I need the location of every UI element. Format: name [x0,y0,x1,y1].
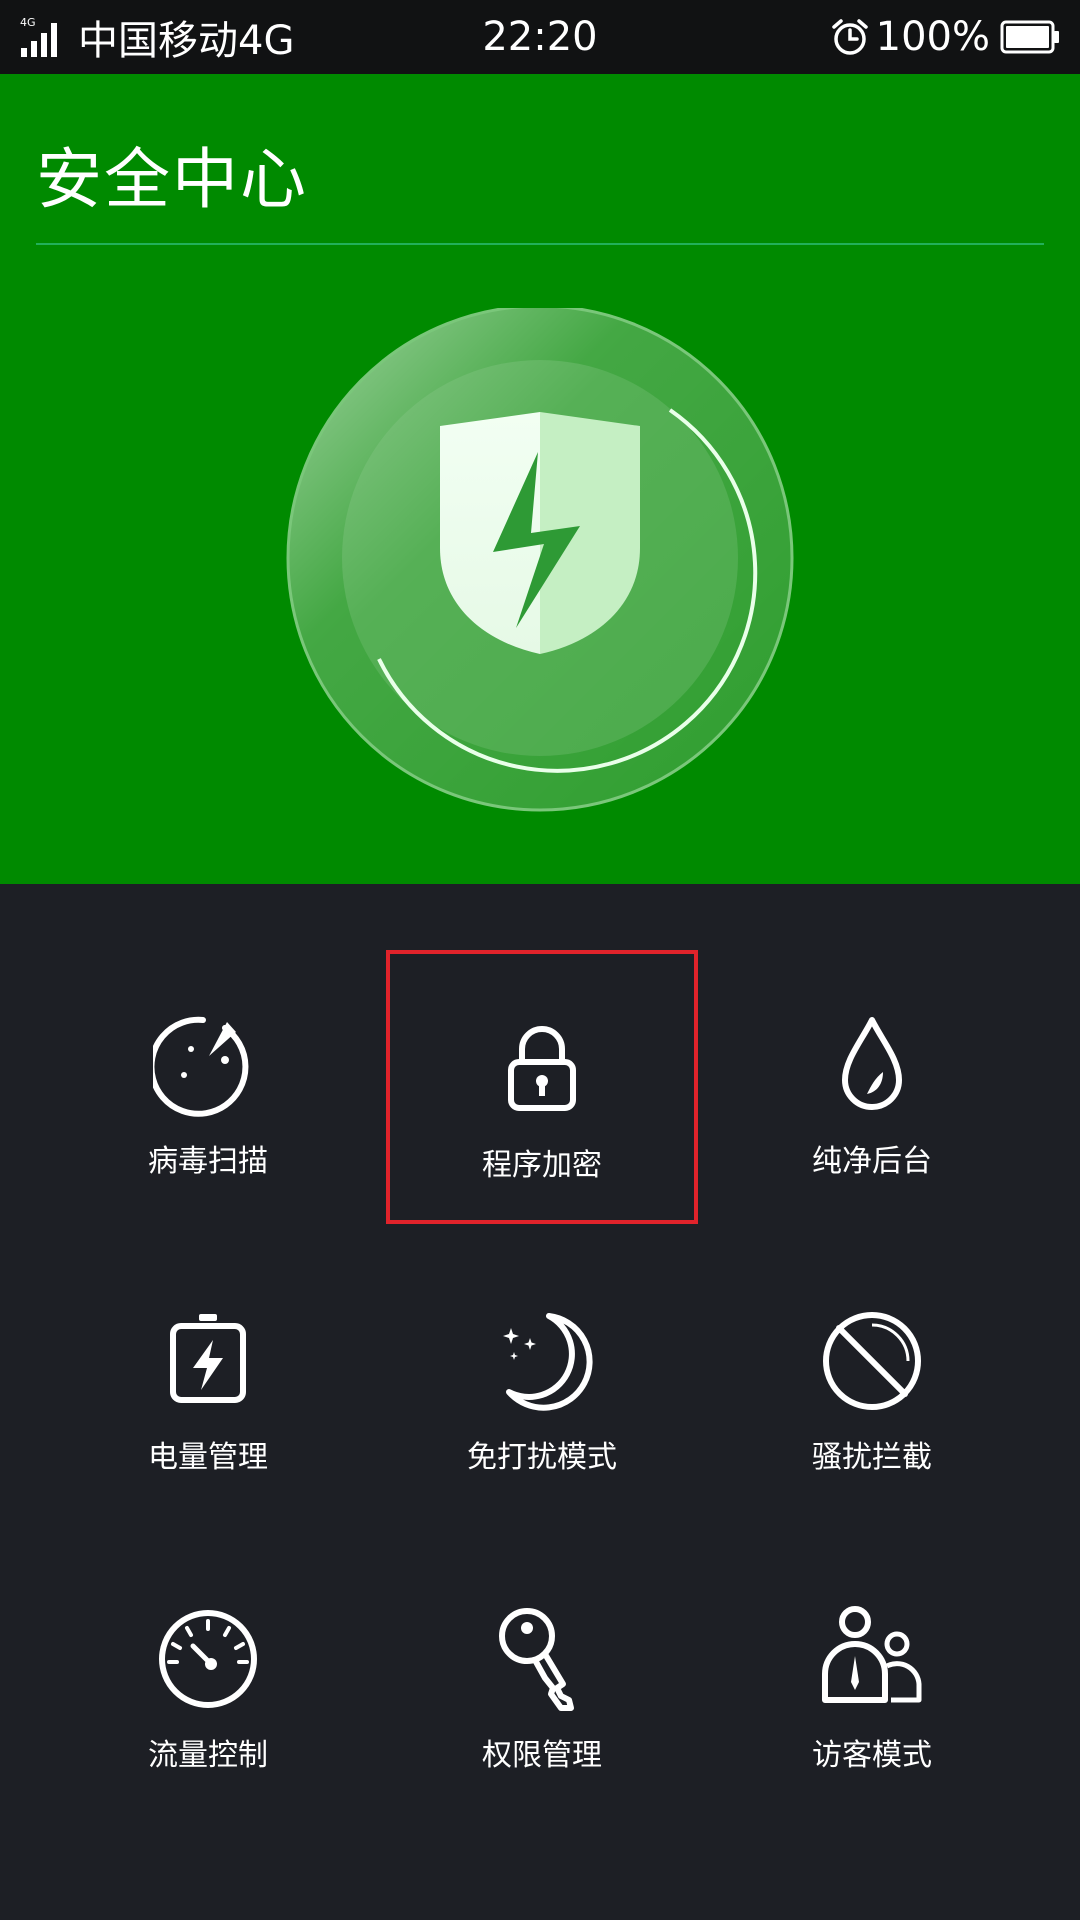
feature-label: 病毒扫描 [148,1144,268,1179]
alarm-icon [831,19,868,55]
feature-permission-management[interactable]: 权限管理 [386,1544,698,1818]
header-divider [36,243,1044,245]
feature-label: 电量管理 [148,1440,268,1475]
feature-power-management[interactable]: 电量管理 [52,1246,364,1520]
security-hero-panel: 安全中心 [0,74,1080,884]
feature-guest-mode[interactable]: 访客模式 [716,1544,1028,1818]
radar-scan-icon [153,1016,249,1117]
feature-label: 程序加密 [482,1148,602,1183]
feature-label: 访客模式 [812,1738,932,1773]
battery-percent: 100% [875,14,990,60]
feature-clean-background[interactable]: 纯净后台 [716,950,1028,1224]
feature-do-not-disturb[interactable]: 免打扰模式 [386,1246,698,1520]
feature-label: 免打扰模式 [467,1440,617,1475]
page-title: 安全中心 [36,141,308,218]
water-drop-icon [842,1017,902,1110]
key-icon [499,1608,574,1711]
shield-bolt-icon[interactable] [280,308,800,828]
feature-label: 骚扰拦截 [812,1440,932,1475]
lock-icon [508,1026,576,1111]
speedometer-icon [159,1610,257,1708]
feature-harassment-block[interactable]: 骚扰拦截 [716,1246,1028,1520]
status-right: 100% [830,0,1060,74]
block-icon [823,1312,921,1410]
feature-app-encryption[interactable]: 程序加密 [386,950,698,1224]
battery-bolt-icon [170,1314,246,1403]
feature-label: 纯净后台 [812,1144,932,1179]
moon-stars-icon [503,1313,593,1411]
battery-icon [1000,20,1059,54]
feature-virus-scan[interactable]: 病毒扫描 [52,950,364,1224]
feature-label: 权限管理 [482,1738,602,1773]
feature-data-control[interactable]: 流量控制 [52,1544,364,1818]
guest-users-icon [822,1606,922,1703]
feature-grid: 病毒扫描 程序加密 纯净后台 电量管理 免打扰模式 骚扰拦截 流量控制 权限管理… [0,884,1080,1920]
status-bar: 4G 中国移动4G 22:20 100% [0,0,1080,74]
feature-label: 流量控制 [148,1738,268,1773]
